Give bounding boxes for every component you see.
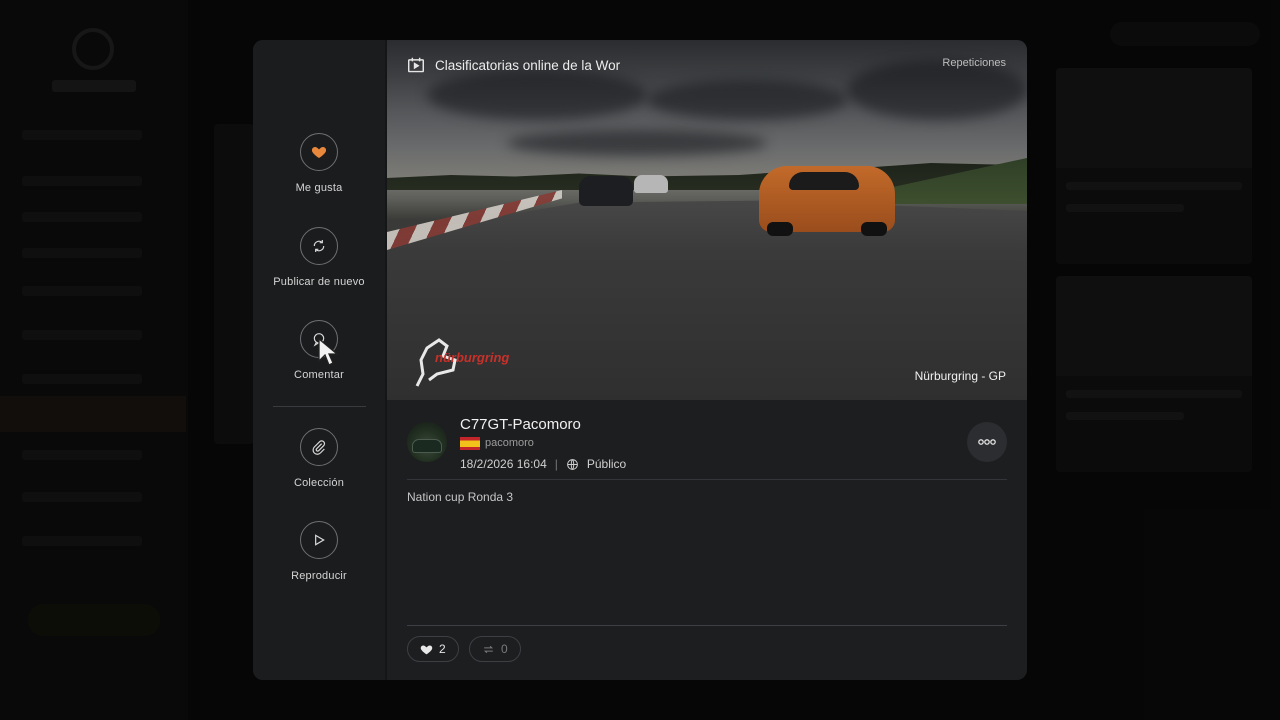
more-options-button[interactable] xyxy=(967,422,1007,462)
username[interactable]: C77GT-Pacomoro xyxy=(460,416,581,433)
action-sidebar: Me gusta Publicar de nuevo Comentar Cole… xyxy=(253,40,387,680)
repost-icon xyxy=(300,227,338,265)
post-visibility: Público xyxy=(586,457,627,471)
replay-title: Clasificatorias online de la Wor xyxy=(435,57,621,73)
post-description: Nation cup Ronda 3 xyxy=(407,490,514,504)
post-detail-modal: Me gusta Publicar de nuevo Comentar Cole… xyxy=(253,40,1027,680)
user-handle: pacomoro xyxy=(485,437,534,449)
meta-separator: | xyxy=(554,457,558,471)
post-content: Clasificatorias online de la Wor Repetic… xyxy=(387,40,1027,680)
race-car-silver xyxy=(634,175,668,193)
repost-count-button[interactable]: 0 xyxy=(469,636,521,662)
paperclip-icon xyxy=(300,428,338,466)
ellipsis-icon xyxy=(978,439,996,445)
repost-button[interactable]: Publicar de nuevo xyxy=(253,227,385,288)
replay-category: Repeticiones xyxy=(942,57,1006,69)
comment-label: Comentar xyxy=(294,369,344,381)
like-label: Me gusta xyxy=(295,182,343,194)
repost-label: Publicar de nuevo xyxy=(273,276,365,288)
divider xyxy=(407,479,1007,480)
repost-icon xyxy=(483,645,494,653)
replay-icon xyxy=(408,57,424,73)
post-datetime: 18/2/2026 16:04 xyxy=(460,457,547,471)
track-name: Nürburgring - GP xyxy=(914,369,1006,383)
race-car-dark xyxy=(579,176,633,206)
spain-flag-icon xyxy=(460,437,480,450)
play-icon xyxy=(300,521,338,559)
collection-button[interactable]: Colección xyxy=(253,428,385,489)
replay-title-row: Clasificatorias online de la Wor xyxy=(407,57,620,73)
globe-icon xyxy=(567,458,578,470)
mouse-cursor-icon xyxy=(318,337,339,366)
replay-thumbnail[interactable]: Clasificatorias online de la Wor Repetic… xyxy=(387,40,1027,400)
collection-label: Colección xyxy=(293,477,345,489)
heart-icon xyxy=(300,133,338,171)
race-car-orange xyxy=(759,166,895,236)
heart-icon xyxy=(420,645,433,655)
like-count-button[interactable]: 2 xyxy=(407,636,459,662)
sidebar-divider xyxy=(273,406,366,407)
nurburgring-logo: nürburgring xyxy=(413,330,513,390)
avatar[interactable] xyxy=(407,422,447,462)
like-count: 2 xyxy=(439,642,446,656)
divider xyxy=(407,625,1007,626)
repost-count: 0 xyxy=(501,642,508,656)
like-button[interactable]: Me gusta xyxy=(253,133,385,194)
play-label: Reproducir xyxy=(291,570,347,582)
play-button[interactable]: Reproducir xyxy=(253,521,385,582)
post-meta: 18/2/2026 16:04 | Público xyxy=(460,457,626,471)
logo-text: nürburgring xyxy=(435,350,510,365)
